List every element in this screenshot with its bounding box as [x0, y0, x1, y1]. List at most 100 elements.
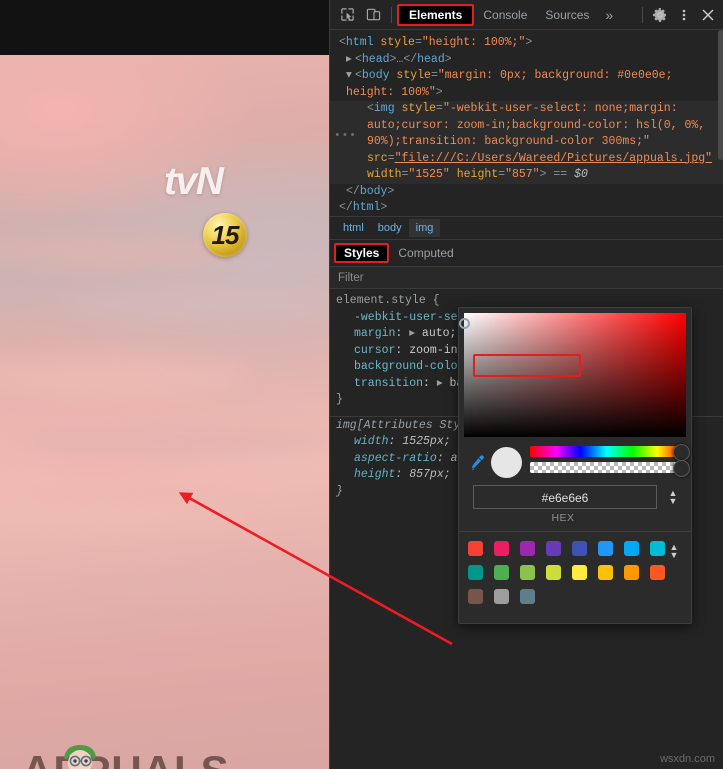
- css-property: cursor: [354, 343, 396, 357]
- css-rule-close-brace: }: [336, 484, 343, 498]
- css-property: aspect-ratio: [354, 451, 437, 465]
- color-format-label: HEX: [551, 512, 575, 524]
- dom-token-tag: body: [361, 69, 390, 82]
- palette-swatch[interactable]: [520, 565, 535, 580]
- css-colon: :: [395, 327, 403, 340]
- cloud-band: [0, 235, 230, 269]
- eyedropper-icon[interactable]: [465, 450, 487, 474]
- palette-swatch[interactable]: [494, 565, 509, 580]
- dom-token-punct: >: [435, 85, 443, 99]
- breadcrumb-item-img[interactable]: img: [408, 219, 441, 237]
- breadcrumb-item-body[interactable]: body: [371, 219, 409, 237]
- color-picker-popup[interactable]: #e6e6e6 ▲ ▼ HEX ▲ ▼: [458, 307, 692, 624]
- alpha-slider[interactable]: [530, 460, 690, 477]
- toolbar-divider: [391, 6, 392, 23]
- dom-token-tag: html: [352, 201, 381, 214]
- displayed-image[interactable]: tvN 15 APPUALS: [0, 55, 329, 769]
- css-property: width: [354, 435, 389, 448]
- css-value: auto;: [415, 327, 457, 340]
- css-property: margin: [354, 327, 396, 340]
- age-rating-label: 15: [211, 220, 240, 250]
- dom-token-punct: >: [525, 36, 533, 49]
- hue-slider[interactable]: [530, 444, 690, 461]
- dom-token-attr: height: [449, 168, 499, 181]
- dom-token-gray: ==: [546, 168, 575, 181]
- dom-node-body-close[interactable]: </body>: [330, 184, 723, 201]
- color-spectrum[interactable]: [459, 313, 686, 437]
- palette-swatch[interactable]: [624, 541, 639, 556]
- dom-node-body-open[interactable]: ▾ <body style="margin: 0px; background: #…: [330, 68, 723, 101]
- appuals-mascot-icon: [64, 745, 96, 769]
- palette-swatch[interactable]: [520, 541, 535, 556]
- palette-swatch[interactable]: [468, 589, 483, 604]
- appuals-watermark: APPUALS: [22, 743, 230, 769]
- palette-swatch[interactable]: [572, 565, 587, 580]
- dom-node-html-close[interactable]: </html>: [330, 200, 723, 216]
- color-preview-swatch: [491, 446, 522, 478]
- palette-swatch[interactable]: [520, 589, 535, 604]
- dom-token-punct: =: [387, 151, 395, 165]
- dom-token-punct: >: [444, 52, 452, 66]
- palette-swatch[interactable]: [624, 565, 639, 580]
- palette-swatch[interactable]: [650, 565, 665, 580]
- dom-node-html-open[interactable]: <html style="height: 100%;">: [330, 35, 723, 52]
- palette-swatch[interactable]: [546, 565, 561, 580]
- dom-token-punct: <: [339, 36, 346, 49]
- palette-swatch[interactable]: [598, 541, 613, 556]
- devtools-scrollbar[interactable]: [718, 30, 723, 160]
- tab-computed[interactable]: Computed: [389, 243, 462, 263]
- dom-token-attr: style: [373, 36, 415, 49]
- palette-swatch[interactable]: [468, 541, 483, 556]
- dom-tree[interactable]: ••• <html style="height: 100%;"> ▸ <head>……: [330, 30, 723, 217]
- tab-styles[interactable]: Styles: [334, 243, 390, 263]
- screenshot-root: tvN 15 APPUALS: [0, 0, 723, 769]
- device-toolbar-icon[interactable]: [360, 3, 386, 27]
- breadcrumb-item-html[interactable]: html: [336, 219, 371, 237]
- dom-node-head-collapsed[interactable]: ▸ <head>…</head>: [330, 52, 723, 69]
- hex-input-row: #e6e6e6 ▲ ▼: [459, 482, 691, 509]
- dom-token-tag: html: [345, 36, 374, 49]
- palette-swatch[interactable]: [546, 541, 561, 556]
- palette-swatch[interactable]: [468, 565, 483, 580]
- toolbar-divider: [642, 6, 643, 23]
- palette-swatch[interactable]: [494, 541, 509, 556]
- devtools-toolbar: Elements Console Sources »: [330, 0, 723, 30]
- dom-token-punct: </: [339, 201, 353, 214]
- hue-slider-handle[interactable]: [673, 444, 690, 461]
- close-icon[interactable]: [696, 3, 720, 27]
- palette-swatch[interactable]: [598, 565, 613, 580]
- expand-triangle-icon[interactable]: ▸: [402, 326, 415, 343]
- dom-token-attr: style: [394, 102, 437, 115]
- kebab-menu-icon[interactable]: [672, 3, 696, 27]
- inspect-element-icon[interactable]: [334, 3, 360, 27]
- expand-triangle-icon[interactable]: ▸: [430, 376, 443, 393]
- spectrum-cursor[interactable]: [459, 318, 470, 329]
- gear-icon[interactable]: [648, 3, 672, 27]
- css-property: height: [354, 468, 396, 481]
- hex-input[interactable]: #e6e6e6: [473, 485, 657, 509]
- tab-console[interactable]: Console: [474, 4, 536, 26]
- tab-elements[interactable]: Elements: [397, 3, 475, 26]
- palette-swatch[interactable]: [650, 541, 665, 556]
- tab-sources[interactable]: Sources: [536, 4, 598, 26]
- appuals-watermark-text: APPUALS: [22, 750, 230, 769]
- dom-more-badge[interactable]: •••: [334, 128, 357, 145]
- color-sliders: [530, 444, 690, 478]
- cloud-band: [0, 355, 250, 395]
- css-value: : zoom-in;: [395, 343, 465, 357]
- alpha-slider-handle[interactable]: [673, 460, 690, 477]
- palette-swatch[interactable]: [572, 541, 587, 556]
- styles-filter-placeholder: Filter: [338, 271, 364, 284]
- color-format-stepper-icon[interactable]: ▲ ▼: [663, 489, 683, 506]
- dom-token-tag: head: [417, 52, 445, 66]
- more-tabs-icon[interactable]: »: [598, 7, 620, 23]
- palette-swatch[interactable]: [494, 589, 509, 604]
- palette-stepper-icon[interactable]: ▲ ▼: [665, 541, 683, 604]
- age-rating-badge: 15: [203, 213, 247, 257]
- dom-token-punct: >: [380, 201, 388, 214]
- dom-token-link: "file:///C:/Users/Wareed/Pictures/appual…: [394, 151, 713, 165]
- styles-filter-input[interactable]: Filter: [330, 267, 723, 289]
- styles-pane-tabs: Styles Computed: [330, 240, 723, 267]
- css-rule-close-brace: }: [336, 393, 343, 406]
- dom-node-img-selected[interactable]: <img style="-webkit-user-select: none;ma…: [330, 101, 723, 184]
